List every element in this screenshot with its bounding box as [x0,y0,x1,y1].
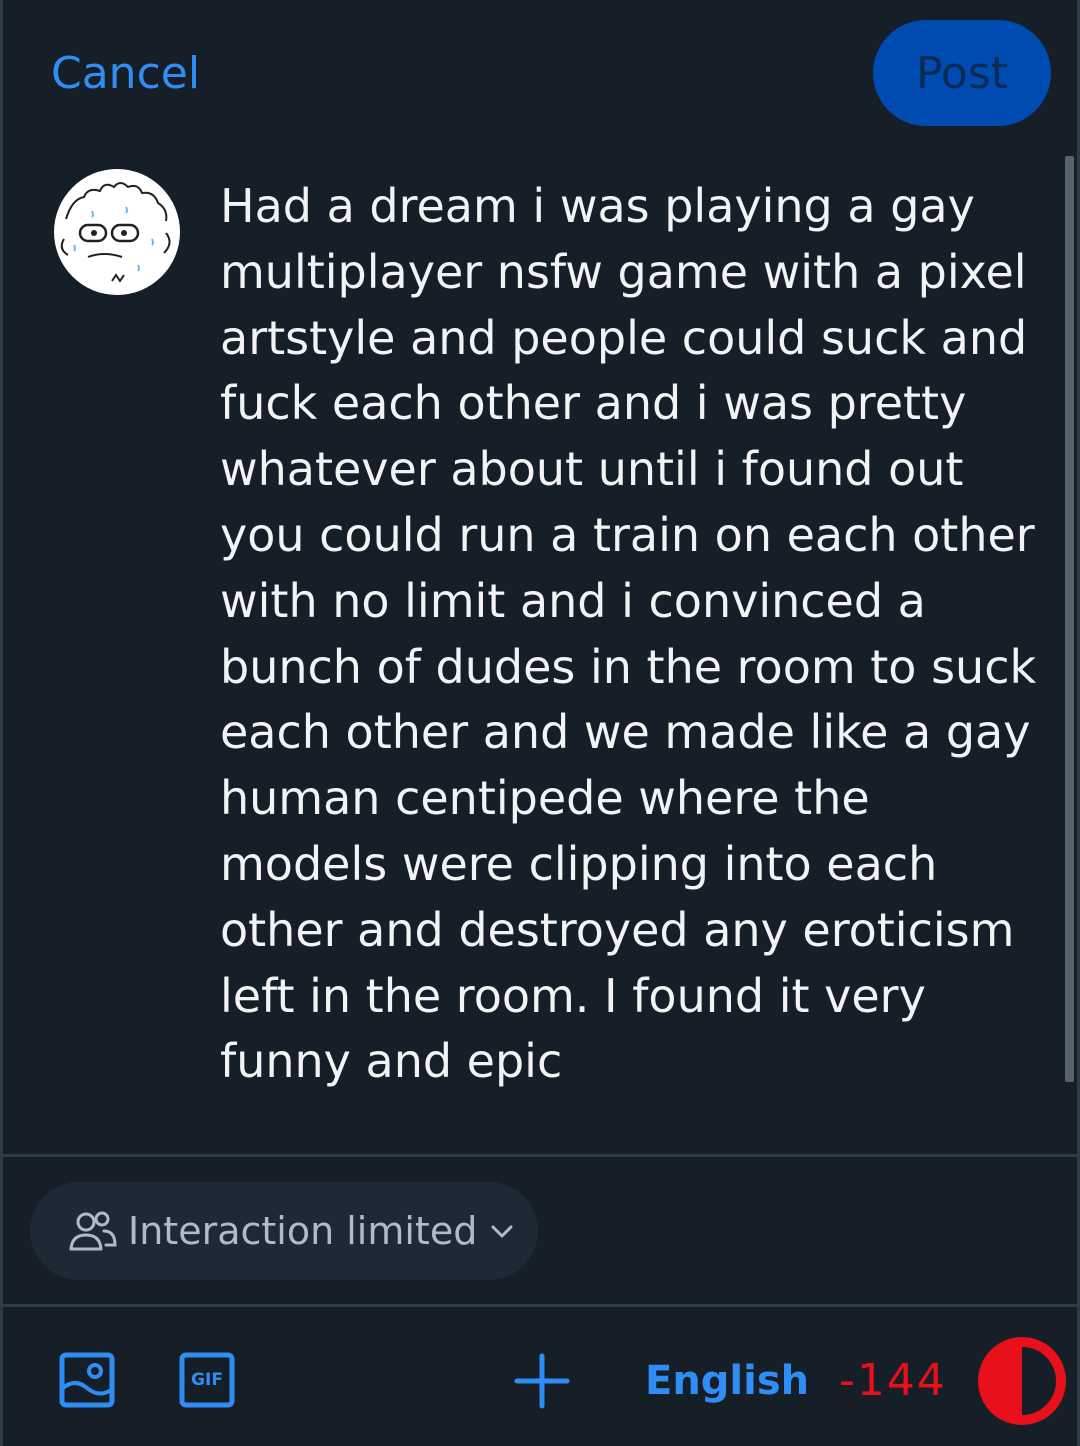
avatar-drawing-icon [60,182,171,283]
cancel-button[interactable]: Cancel [51,46,200,102]
plus-icon[interactable] [513,1352,571,1410]
gif-button[interactable]: GIF [179,1352,235,1408]
compose-screen: Cancel Post Had a dream i was playing a … [0,0,1080,1446]
interaction-label: Interaction limited [128,1209,478,1253]
language-selector[interactable]: English [645,1356,809,1406]
scrollbar[interactable] [1065,156,1074,1082]
people-icon [69,1211,117,1251]
divider [3,1154,1077,1157]
compose-header: Cancel Post [3,0,1077,140]
avatar [54,169,180,295]
chevron-down-icon [491,1225,513,1238]
divider [3,1304,1077,1307]
post-text-input[interactable]: Had a dream i was playing a gay multipla… [220,174,1040,1095]
interaction-settings-button[interactable]: Interaction limited [30,1182,538,1280]
character-counter: -144 [839,1355,947,1406]
character-progress-ring-icon [978,1337,1066,1425]
gif-label: GIF [191,1370,223,1390]
image-icon[interactable] [59,1352,115,1408]
post-button[interactable]: Post [873,20,1051,126]
